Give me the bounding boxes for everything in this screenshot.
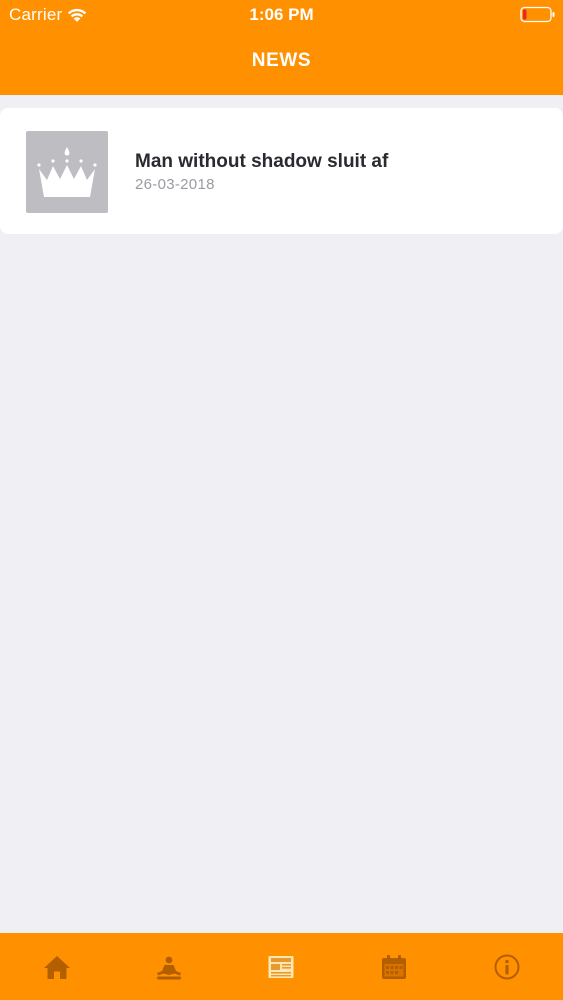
tab-home[interactable] [43,953,71,981]
battery-low-icon [520,6,556,23]
info-icon [494,954,520,980]
status-bar: Carrier 1:06 PM [0,0,563,30]
tab-bar [0,933,563,1000]
tab-news[interactable] [267,953,295,981]
page-title: NEWS [251,50,312,71]
meditation-icon [157,956,181,980]
calendar-icon [382,955,406,979]
newspaper-icon [268,956,294,978]
status-time: 1:06 PM [249,5,314,24]
tab-info[interactable] [493,953,521,981]
news-date: 26-03-2018 [135,176,215,193]
news-thumbnail [26,131,108,213]
tab-meditation[interactable] [155,953,183,981]
home-icon [44,956,70,979]
news-title[interactable]: Man without shadow sluit af [135,151,388,173]
crown-icon [37,147,97,197]
tab-calendar[interactable] [380,953,408,981]
navigation-header: Carrier 1:06 PM NEWS [0,0,563,95]
